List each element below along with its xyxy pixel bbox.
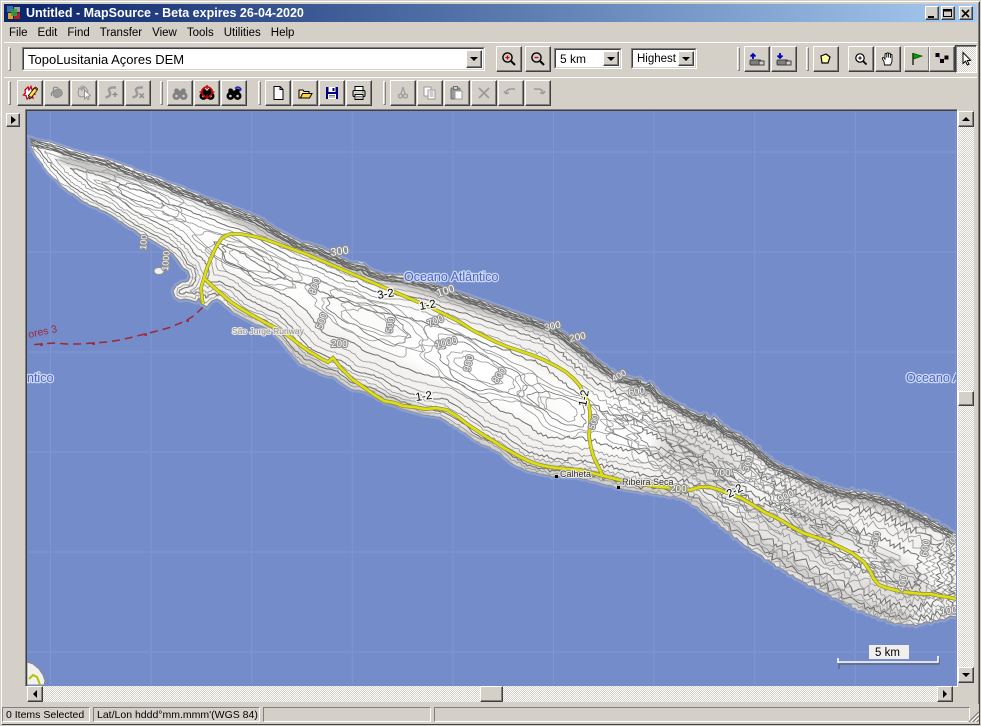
svg-text:100: 100 xyxy=(940,605,956,618)
svg-text:1-2: 1-2 xyxy=(415,390,433,404)
svg-text:1000: 1000 xyxy=(160,250,172,271)
svg-text:200: 200 xyxy=(331,339,348,350)
svg-text:5 km: 5 km xyxy=(875,647,900,659)
svg-text:Oceano Atlântico: Oceano Atlântico xyxy=(404,270,499,284)
svg-text:100: 100 xyxy=(138,234,149,250)
svg-text:Oceano A: Oceano A xyxy=(906,371,956,385)
svg-text:ntico: ntico xyxy=(27,371,53,385)
svg-text:São Jorge Runway: São Jorge Runway xyxy=(232,326,305,336)
svg-text:300: 300 xyxy=(330,245,350,259)
svg-text:700: 700 xyxy=(714,468,731,479)
svg-text:Calheta: Calheta xyxy=(560,469,591,479)
svg-text:Ribeira Seca: Ribeira Seca xyxy=(622,477,674,487)
